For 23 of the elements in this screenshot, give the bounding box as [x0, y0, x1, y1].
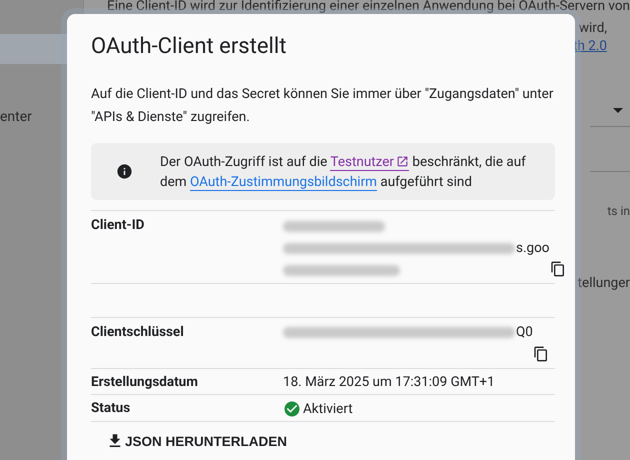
- field-label: Erstellungsdatum: [91, 373, 199, 390]
- intro-text: wird,: [578, 20, 608, 36]
- field-label: Client-ID: [91, 216, 146, 233]
- field-label: Clientschlüssel: [91, 323, 185, 340]
- caret-icon: [613, 108, 623, 112]
- test-users-link[interactable]: Testnutzer: [330, 154, 410, 170]
- secret-value: s.goo: [516, 240, 550, 256]
- status-value: Aktiviert: [303, 401, 353, 417]
- hint-text: ts in: [607, 204, 630, 218]
- download-button[interactable]: JSON HERUNTERLADEN: [104, 428, 290, 454]
- notice-text: Der OAuth-Zugriff ist auf die Testnutzer beschränkt, die auf dem OAuth-Zustimmungsbildschirm aufgeführt sind: [160, 152, 527, 192]
- copy-icon[interactable]: [550, 261, 566, 277]
- copy-icon[interactable]: [532, 346, 549, 362]
- intro-text: Eine Client-ID wird zur Identifizierung einer einzelnen Anwendung bei OAuth-Servern von: [107, 0, 630, 15]
- field-value: 18. März 2025 um 17:31:09 GMT+1: [283, 373, 496, 390]
- setting-text: tellunger: [578, 275, 630, 291]
- dialog-description: Auf die Client-ID und das Secret können Sie immer über "Zugangsdaten" unter "APIs & Dienste" zugreifen.: [91, 85, 554, 127]
- dialog-title: OAuth-Client erstellt: [91, 33, 288, 61]
- field-label: Status: [91, 399, 132, 416]
- info-icon: [116, 163, 133, 180]
- external-link-icon: [396, 154, 410, 168]
- consent-screen-link[interactable]: OAuth-Zustimmungsbildschirm: [190, 174, 377, 190]
- secret-value: Q0: [516, 324, 533, 340]
